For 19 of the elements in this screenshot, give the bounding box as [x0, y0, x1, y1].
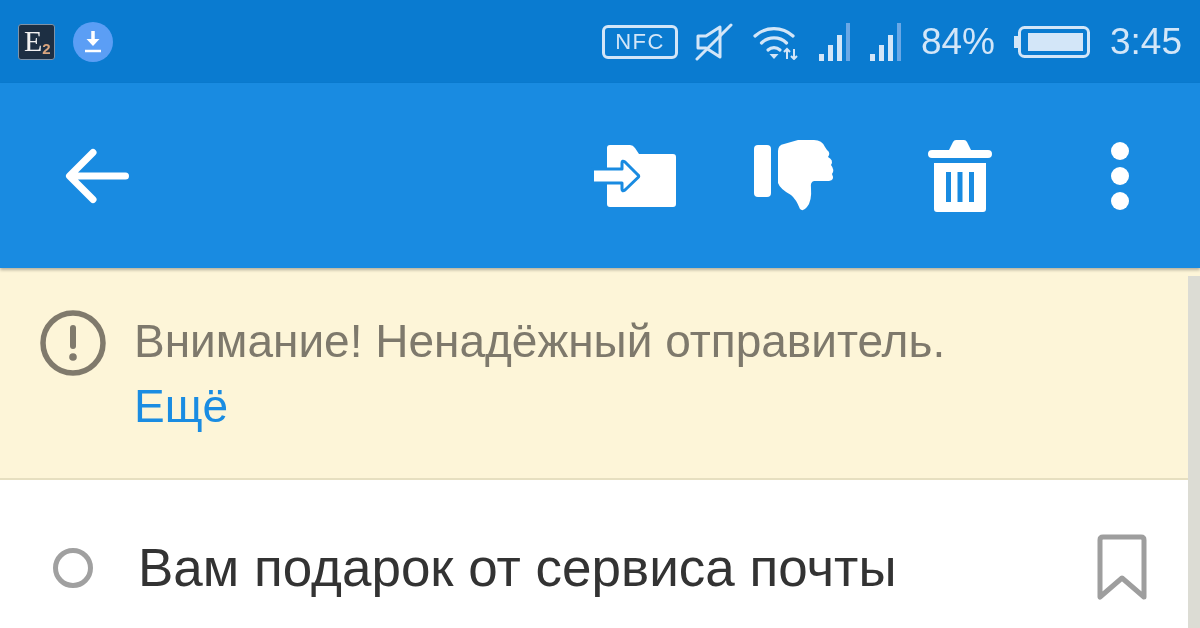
battery-icon: [1014, 25, 1090, 58]
folder-arrow-icon: [591, 143, 677, 208]
trash-icon: [927, 138, 993, 213]
clock-time: 3:45: [1110, 19, 1182, 64]
more-vertical-icon: [1111, 141, 1129, 210]
app-icon: E$_{2}$: [18, 23, 55, 60]
battery-percentage: 84%: [920, 19, 995, 64]
back-arrow-icon: [65, 147, 129, 204]
muted-speaker-icon: [694, 22, 733, 61]
warning-icon: [40, 310, 106, 376]
warning-message: Внимание! Ненадёжный отправитель.: [134, 314, 946, 369]
message-subject[interactable]: Вам подарок от сервиса почты: [138, 535, 1096, 601]
download-icon: [73, 21, 113, 62]
bookmark-icon[interactable]: [1096, 534, 1148, 602]
thumbs-down-icon: [753, 138, 835, 213]
nfc-indicator: NFC: [602, 24, 678, 59]
signal-icon: [818, 22, 851, 61]
signal-icon: [869, 22, 902, 61]
read-circle-icon[interactable]: [53, 548, 93, 588]
